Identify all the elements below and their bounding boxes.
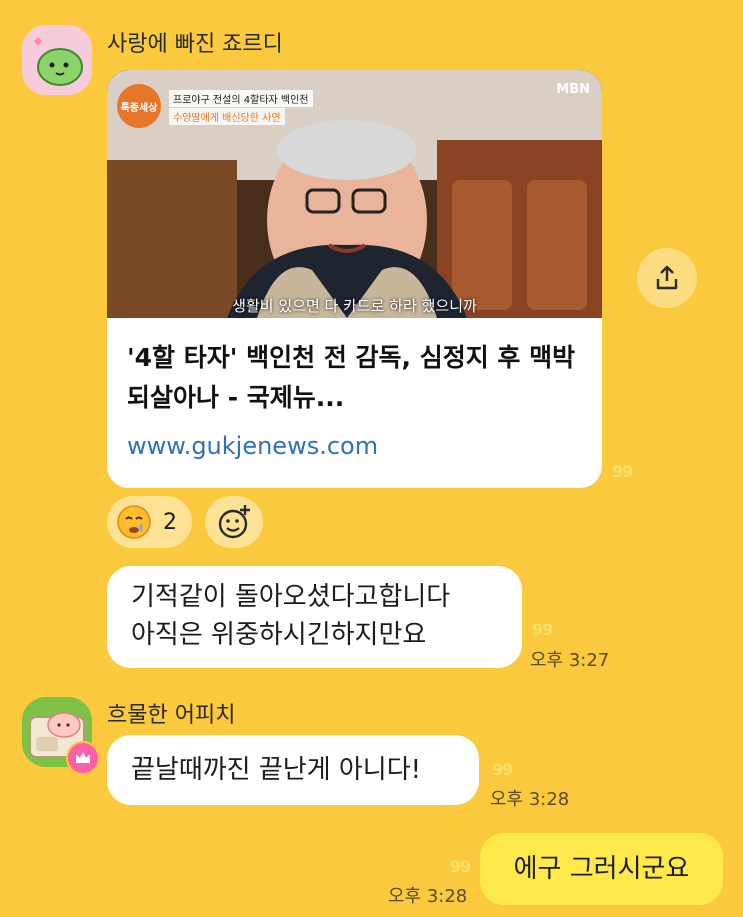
message-text: 에구 그러시군요	[513, 854, 690, 884]
link-preview-card[interactable]: 특종세상 프로야구 전설의 4할타자 백인천 수양딸에게 배신당한 사연 MBN…	[107, 70, 602, 488]
sender-name: 흐물한 어피치	[107, 703, 236, 728]
unread-count: 99	[612, 462, 633, 481]
message-time: 오후 3:27	[530, 650, 610, 671]
reaction-chip[interactable]: 2	[107, 496, 192, 548]
share-button[interactable]	[637, 248, 697, 308]
crown-badge	[66, 741, 100, 775]
thumb-tag: 프로야구 전설의 4할타자 백인천	[169, 90, 313, 107]
sender-name: 사랑에 빠진 죠르디	[107, 32, 283, 57]
message-bubble[interactable]: 기적같이 돌아오셨다고합니다 아직은 위중하시긴하지만요	[107, 566, 522, 668]
thumb-subtitle: 수양딸에게 배신당한 사연	[169, 108, 285, 125]
message-bubble[interactable]: 끝날때까진 끝난게 아니다!	[107, 735, 479, 805]
link-title: '4할 타자' 백인천 전 감독, 심정지 후 맥박 되살아나 - 국제뉴...	[127, 343, 576, 412]
unread-count: 99	[532, 620, 553, 639]
reaction-count: 2	[163, 509, 177, 535]
link-url[interactable]: www.gukjenews.com	[127, 432, 378, 460]
link-thumbnail: 특종세상 프로야구 전설의 4할타자 백인천 수양딸에게 배신당한 사연 MBN…	[107, 70, 602, 318]
unread-count: 99	[450, 857, 471, 876]
crying-emoji-icon	[117, 505, 151, 539]
message-text: 끝날때까진 끝난게 아니다!	[131, 755, 422, 785]
add-reaction-button[interactable]	[205, 496, 263, 548]
emoji-add-icon	[218, 505, 250, 539]
message-line: 기적같이 돌아오셨다고합니다	[131, 582, 451, 612]
my-message-bubble[interactable]: 에구 그러시군요	[480, 833, 723, 905]
message-line: 아직은 위중하시긴하지만요	[131, 620, 427, 650]
share-icon	[656, 265, 678, 290]
message-time: 오후 3:28	[388, 886, 468, 907]
unread-count: 99	[492, 760, 513, 779]
crown-icon	[76, 752, 90, 763]
avatar-jordy[interactable]	[22, 25, 92, 95]
thumb-channel: MBN	[556, 82, 590, 97]
jordy-avatar-icon	[22, 25, 92, 95]
message-time: 오후 3:28	[490, 789, 570, 810]
thumb-badge: 특종세상	[117, 84, 161, 128]
thumb-caption: 생활비 있으면 다 카드로 하라 했으니까	[232, 297, 477, 315]
